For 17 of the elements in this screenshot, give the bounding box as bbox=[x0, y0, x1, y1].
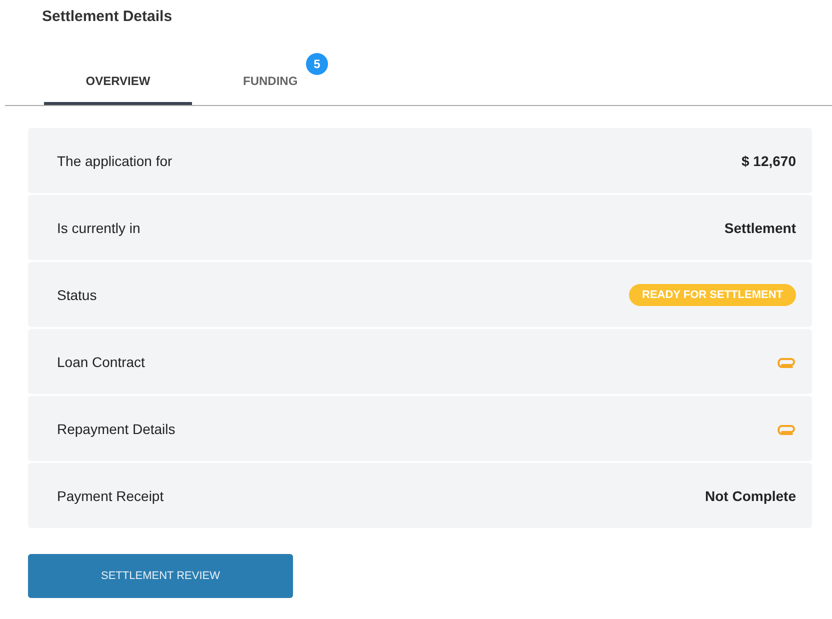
row-label: Payment Receipt bbox=[57, 488, 164, 504]
row-value: Settlement bbox=[724, 220, 796, 236]
paperclip-icon[interactable] bbox=[776, 356, 796, 368]
settlement-review-button[interactable]: SETTLEMENT REVIEW bbox=[28, 554, 293, 598]
paperclip-icon[interactable] bbox=[776, 422, 796, 434]
row-label: Loan Contract bbox=[57, 354, 145, 370]
count-badge: 5 bbox=[306, 53, 328, 75]
status-badge: READY FOR SETTLEMENT bbox=[629, 284, 796, 306]
row-label: Is currently in bbox=[57, 220, 140, 236]
row-label: Repayment Details bbox=[57, 420, 176, 436]
row-label: Status bbox=[57, 286, 97, 302]
row-label: The application for bbox=[57, 152, 172, 168]
tab[interactable]: OVERVIEW bbox=[44, 62, 192, 105]
row-value: Not Complete bbox=[705, 488, 796, 504]
row-value: $ 12,670 bbox=[742, 152, 796, 168]
tab[interactable]: FUNDING bbox=[192, 62, 302, 105]
page-title: Settlement Details bbox=[42, 8, 174, 27]
